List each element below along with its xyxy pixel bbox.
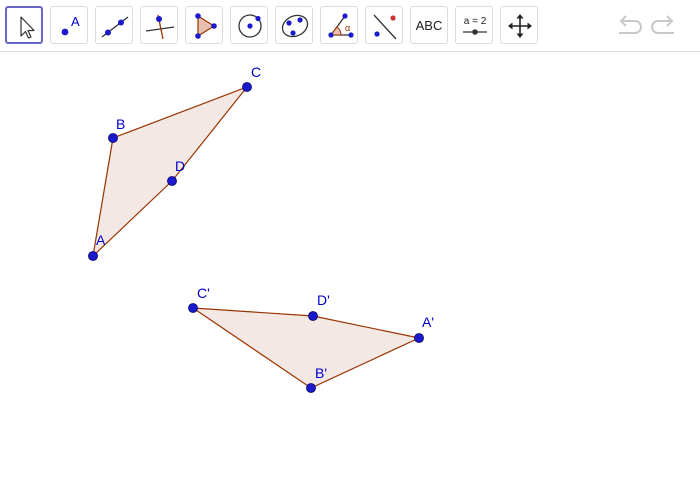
- ellipse-icon: [281, 14, 309, 38]
- tool-move-graphics[interactable]: [500, 6, 538, 44]
- label-b-prime: B': [315, 365, 327, 381]
- tool-move[interactable]: [5, 6, 43, 44]
- point-b-prime[interactable]: [306, 383, 316, 393]
- angle-icon: α: [328, 13, 354, 38]
- tool-line[interactable]: [95, 6, 133, 44]
- quadrilateral-abcd[interactable]: [92, 85, 249, 258]
- point-b[interactable]: [108, 133, 118, 143]
- circle-icon: [238, 14, 262, 38]
- point-d[interactable]: [167, 176, 177, 186]
- point-a-prime[interactable]: [414, 333, 424, 343]
- reflect-icon: [373, 14, 397, 40]
- label-b: B: [116, 116, 125, 132]
- redo-button[interactable]: [650, 12, 680, 38]
- tool-slider[interactable]: a = 2: [455, 6, 493, 44]
- line-icon: [101, 16, 129, 38]
- graphics-view[interactable]: A B C D A' B' C' D': [0, 52, 700, 500]
- label-d-prime: D': [317, 292, 330, 308]
- quadrilateral-image[interactable]: [190, 307, 421, 389]
- label-d: D: [175, 158, 185, 174]
- tool-reflect[interactable]: [365, 6, 403, 44]
- text-icon: ABC: [415, 17, 443, 33]
- geogebra-app: A α ABC a = 2 A B C D A' B' C' D': [0, 0, 700, 500]
- label-c-prime: C': [197, 285, 210, 301]
- toolbar: A α ABC a = 2: [0, 0, 700, 52]
- tool-angle[interactable]: α: [320, 6, 358, 44]
- point-icon-label: A: [71, 14, 80, 29]
- svg-text:α: α: [345, 23, 350, 33]
- tool-perpendicular-line[interactable]: [140, 6, 178, 44]
- perpendicular-line-icon: [145, 14, 175, 40]
- point-c[interactable]: [242, 82, 252, 92]
- label-a-prime: A': [422, 314, 434, 330]
- move-arrows-icon: [508, 14, 532, 38]
- slider-icon-label: a = 2: [464, 16, 487, 27]
- redo-icon: [651, 15, 674, 34]
- point-d-prime[interactable]: [308, 311, 318, 321]
- pointer-arrow-icon: [20, 16, 35, 39]
- label-a: A: [96, 232, 106, 248]
- slider-icon: a = 2: [463, 16, 487, 35]
- tool-circle[interactable]: [230, 6, 268, 44]
- label-c: C: [251, 64, 261, 80]
- undo-button[interactable]: [613, 12, 643, 38]
- polygon-icon: [195, 13, 217, 39]
- tool-text[interactable]: ABC: [410, 6, 448, 44]
- tool-polygon[interactable]: [185, 6, 223, 44]
- point-c-prime[interactable]: [188, 303, 198, 313]
- undo-icon: [619, 15, 642, 34]
- tool-point[interactable]: A: [50, 6, 88, 44]
- point-a[interactable]: [88, 251, 98, 261]
- tool-conic[interactable]: [275, 6, 313, 44]
- point-icon: A: [61, 14, 80, 36]
